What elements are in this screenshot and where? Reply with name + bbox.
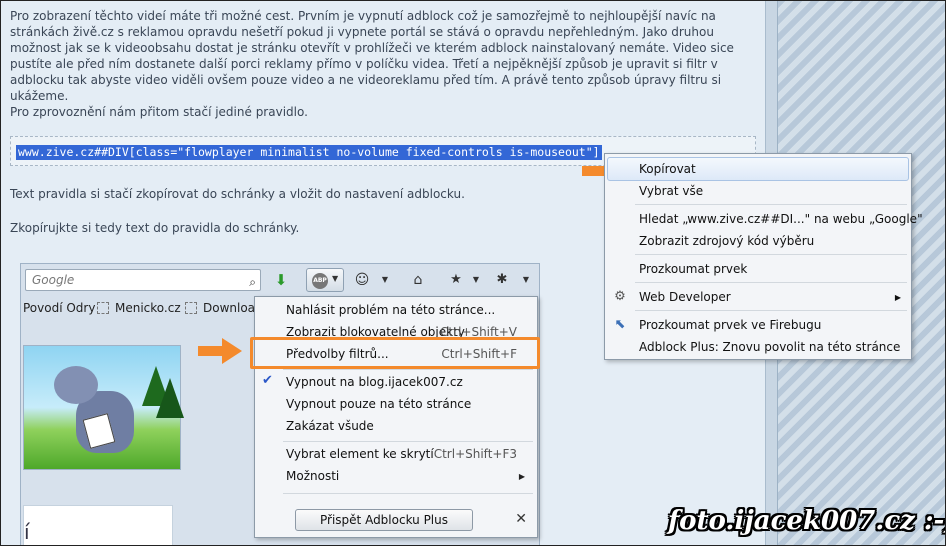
bookmark-downloa-label: Downloa (203, 301, 256, 315)
menu-item-disable-on-site[interactable]: Vypnout na blog.ijacek007.cz (286, 375, 463, 389)
arrow-head (222, 338, 242, 364)
shortcut-select-element: Ctrl+Shift+F3 (433, 447, 517, 461)
panel-text: í (24, 520, 30, 544)
menu-item-disable-everywhere[interactable]: Zakázat všude (286, 419, 374, 433)
tree-shape (156, 378, 184, 418)
gear-icon: ⚙ (614, 289, 626, 304)
bookmark-downloa[interactable]: Downloa (185, 301, 255, 315)
firebug-icon[interactable]: ✱ (491, 270, 513, 290)
adblock-plus-button[interactable]: ABP ▼ (306, 268, 344, 292)
eeyore-head-shape (54, 366, 98, 404)
menu-separator (635, 282, 907, 283)
menu-separator (283, 441, 533, 442)
submenu-arrow-icon: ▶ (894, 293, 901, 302)
close-icon[interactable]: ✕ (515, 511, 527, 527)
chevron-down-icon[interactable]: ▼ (378, 270, 392, 290)
abp-logo-icon: ABP (312, 273, 328, 289)
context-item-view-source[interactable]: Zobrazit zdrojový kód výběru (639, 234, 814, 248)
chevron-down-icon: ▼ (332, 274, 339, 283)
checkmark-icon: ✔ (262, 373, 273, 388)
menu-separator (283, 493, 533, 494)
context-item-select-all[interactable]: Vybrat vše (639, 184, 703, 198)
download-arrow-icon[interactable]: ⬇ (271, 270, 291, 290)
menu-item-select-element[interactable]: Vybrat element ke skrytí (286, 447, 434, 461)
arrow-shaft (198, 346, 224, 356)
bookmark-menicko[interactable]: Menicko.cz (97, 301, 181, 315)
search-placeholder: Google (32, 273, 75, 287)
article-paragraph-4: Zkopírujkte si tedy text do pravidla do … (10, 221, 300, 235)
watermark: foto.ijacek007.cz :-) (668, 506, 946, 536)
menu-separator (283, 369, 533, 370)
bookmark-star-icon[interactable]: ★ (445, 270, 467, 290)
page-panel: í (23, 505, 173, 546)
search-input[interactable]: Google ⌕ (25, 269, 261, 291)
context-item-inspect[interactable]: Prozkoumat prvek (639, 262, 747, 276)
menu-item-disable-on-page[interactable]: Vypnout pouze na této stránce (286, 397, 471, 411)
firebug-inspect-icon: ⬉ (614, 317, 626, 332)
context-item-web-developer[interactable]: Web Developer (639, 290, 731, 304)
search-icon[interactable]: ⌕ (249, 272, 256, 292)
menu-separator (635, 204, 907, 205)
chevron-down-icon[interactable]: ▼ (469, 270, 483, 290)
adblock-plus-menu: Nahlásit problém na této stránce... Zobr… (254, 296, 538, 538)
article-paragraph-1: Pro zobrazení těchto videí máte tři možn… (10, 9, 734, 103)
menu-separator (635, 254, 907, 255)
filter-preferences-highlight (250, 337, 540, 369)
article-paragraph-2: Pro zprovoznění nám přitom stačí jediné … (10, 105, 308, 119)
smiley-addon-icon[interactable]: ☺ (351, 270, 373, 290)
submenu-arrow-icon: ▶ (518, 472, 525, 481)
menu-separator (635, 310, 907, 311)
menu-item-options[interactable]: Možnosti (286, 469, 339, 483)
bookmark-povodi-odry[interactable]: Povodí Odry (23, 301, 95, 315)
chevron-down-icon[interactable]: ▼ (519, 270, 533, 290)
bookmark-menicko-label: Menicko.cz (115, 301, 181, 315)
context-item-copy[interactable]: Kopírovat (639, 162, 696, 176)
context-menu: Kopírovat Vybrat vše Hledat „www.zive.cz… (604, 153, 923, 360)
menu-item-report-issue[interactable]: Nahlásit problém na této stránce... (286, 303, 495, 317)
orange-arrow-icon (198, 338, 242, 364)
contribute-button[interactable]: Přispět Adblocku Plus (295, 509, 473, 531)
context-item-abp-reenable[interactable]: Adblock Plus: Znovu povolit na této strá… (639, 340, 900, 354)
selected-filter-rule[interactable]: www.zive.cz##DIV[class="flowplayer minim… (16, 145, 602, 160)
article-paragraph-3: Text pravidla si stačí zkopírovat do sch… (10, 187, 465, 201)
folder-icon (185, 302, 197, 314)
home-icon[interactable]: ⌂ (407, 270, 429, 290)
context-item-inspect-firebug[interactable]: Prozkoumat prvek ve Firebugu (639, 318, 821, 332)
context-item-search-google[interactable]: Hledat „www.zive.cz##DI..." na webu „Goo… (639, 212, 923, 226)
folder-icon (97, 302, 109, 314)
eeyore-cartoon-image (23, 345, 184, 470)
